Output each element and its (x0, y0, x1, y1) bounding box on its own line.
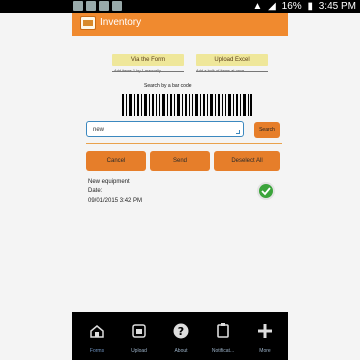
nav-label: Forms (89, 348, 105, 354)
divider (196, 71, 268, 72)
send-button[interactable]: Send (150, 151, 210, 171)
entry-tabs: Via the Form Upload Excel (112, 54, 272, 66)
nav-label: Notificat... (211, 348, 235, 354)
signal-icon: ◢ (268, 1, 276, 12)
bottom-nav: Forms Upload ? About Notificat... More (72, 312, 288, 360)
notification-icons (73, 1, 122, 11)
search-input-value: new (93, 127, 105, 133)
search-button[interactable]: Search (254, 122, 280, 138)
battery-text: 16% (281, 1, 302, 12)
divider (112, 71, 184, 72)
svg-text:?: ? (178, 325, 184, 338)
tab-upload-excel[interactable]: Upload Excel (196, 54, 268, 66)
cancel-button[interactable]: Cancel (86, 151, 146, 171)
checkmark-icon[interactable] (257, 182, 275, 200)
app-notification-icon (86, 1, 96, 11)
nav-item-notifications[interactable]: Notificat... (204, 320, 242, 356)
nav-label: About (174, 348, 188, 354)
battery-icon: ▮ (307, 1, 313, 12)
item-date-label: Date: (88, 188, 103, 194)
status-bar: ▲ ◢ 16% ▮ 3:45 PM (0, 0, 360, 13)
app-notification-icon (99, 1, 109, 11)
nav-item-forms[interactable]: Forms (78, 320, 116, 356)
clock: 3:45 PM (318, 1, 356, 12)
tab-via-form[interactable]: Via the Form (112, 54, 184, 66)
barcode-label: Search by a bar code (144, 83, 192, 89)
separator (86, 143, 282, 144)
action-bar: Inventory (72, 13, 288, 36)
inventory-app-icon[interactable] (80, 16, 96, 30)
plus-icon (246, 320, 284, 342)
app-notification-icon (73, 1, 83, 11)
item-date-value: 09/01/2015 3:42 PM (88, 198, 143, 204)
item-title[interactable]: New equipment (88, 179, 130, 185)
app-title: Inventory (100, 17, 142, 28)
input-resize-icon (236, 130, 240, 134)
upload-icon (120, 320, 158, 342)
status-right: ▲ ◢ 16% ▮ 3:45 PM (249, 0, 356, 13)
about-icon: ? (162, 320, 200, 342)
search-input[interactable]: new (86, 121, 244, 137)
deselect-all-button[interactable]: Deselect All (214, 151, 280, 171)
nav-label: More (259, 348, 271, 354)
nav-item-upload[interactable]: Upload (120, 320, 158, 356)
app-notification-icon (112, 1, 122, 11)
notification-icon (204, 320, 242, 342)
barcode-icon[interactable] (122, 94, 252, 116)
nav-label: Upload (131, 348, 147, 354)
nav-item-about[interactable]: ? About (162, 320, 200, 356)
nav-item-more[interactable]: More (246, 320, 284, 356)
forms-icon (78, 320, 116, 342)
wifi-icon: ▲ (252, 1, 263, 12)
main-content: Via the Form Upload Excel Add items 1 by… (72, 36, 288, 312)
